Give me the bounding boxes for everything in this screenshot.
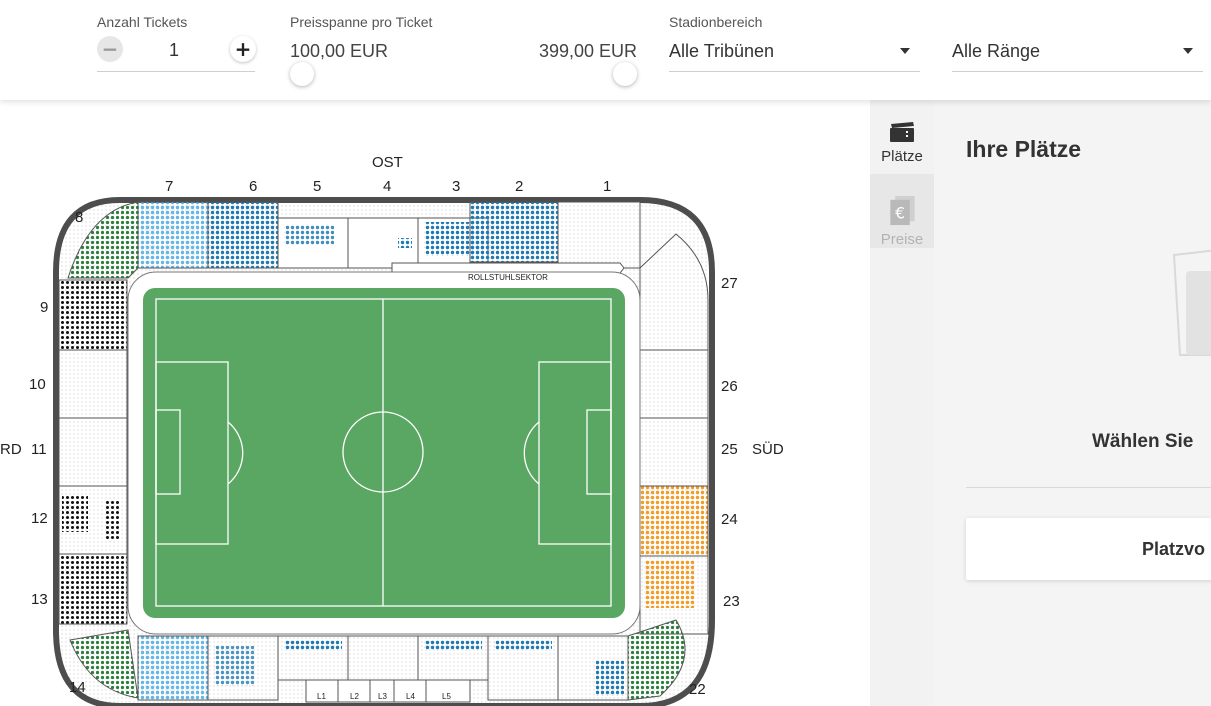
block-12-availability-2 [106, 500, 120, 540]
block-9[interactable] [58, 279, 128, 351]
block-number-14: 14 [69, 679, 86, 696]
block-number-23: 23 [723, 593, 740, 610]
block-number-12: 12 [31, 510, 48, 527]
block-number-6: 6 [249, 178, 258, 195]
block-10[interactable] [58, 349, 128, 419]
block-number-27: 27 [721, 275, 738, 292]
block-13[interactable] [58, 553, 128, 625]
block-lower-a-availability [214, 646, 254, 686]
block-number-13: 13 [31, 591, 48, 608]
stand-label-north: RD [0, 441, 22, 458]
block-7[interactable] [137, 201, 209, 269]
stadium-area-label: Stadionbereich [669, 14, 763, 30]
box-label-l4: L4 [406, 692, 415, 701]
wheelchair-label: ROLLSTUHLSEKTOR [468, 273, 548, 282]
box-label-l2: L2 [350, 692, 359, 701]
tab-plaetze[interactable]: Plätze [870, 100, 934, 174]
panel-divider [966, 487, 1211, 488]
chevron-down-icon [900, 48, 910, 54]
block-1[interactable] [557, 201, 641, 269]
plus-icon[interactable]: + [230, 36, 256, 62]
block-number-5: 5 [313, 178, 322, 195]
box-label-l1: L1 [317, 692, 326, 701]
panel-title: Ihre Plätze [966, 136, 1082, 162]
price-range-label: Preisspanne pro Ticket [290, 14, 433, 30]
block-24[interactable] [639, 485, 709, 557]
block-number-24: 24 [721, 511, 738, 528]
selected-seats-panel: Ihre Plätze Wählen Sie Platzvo [934, 100, 1211, 706]
north-stand-blocks [58, 279, 128, 625]
block-lower-d-availability [424, 640, 482, 650]
block-14b[interactable] [137, 635, 209, 701]
stand-label-south: SÜD [752, 441, 784, 458]
seat-suggestion-button-label: Platzvo [1142, 539, 1206, 559]
stadium-area-select[interactable]: Alle Tribünen [669, 32, 920, 72]
filter-bar: Anzahl Tickets − 1 + Preisspanne pro Tic… [0, 0, 1211, 100]
block-number-3: 3 [452, 178, 461, 195]
stadium-svg [53, 197, 715, 706]
stadium-area-value: Alle Tribünen [669, 41, 775, 61]
price-max-slider-thumb[interactable] [613, 62, 637, 86]
tickets-label: Anzahl Tickets [97, 14, 188, 30]
block-lower-f-availability [596, 660, 624, 696]
block-lower-e-availability [494, 640, 552, 650]
seat-suggestion-button[interactable]: Platzvo [966, 518, 1211, 580]
side-tabs: Plätze € Preise [870, 100, 934, 706]
ticket-stepper: − 1 + [97, 34, 256, 72]
pitch [143, 288, 625, 618]
block-5-availability [284, 225, 334, 245]
block-lower-b-availability [284, 640, 342, 650]
panel-hint: Wählen Sie [1092, 431, 1194, 452]
block-6[interactable] [207, 201, 279, 269]
block-number-4: 4 [383, 178, 392, 195]
rank-value: Alle Ränge [952, 41, 1041, 61]
tab-preise[interactable]: € Preise [870, 174, 934, 248]
euro-icon: € [890, 195, 915, 226]
rank-select[interactable]: Alle Ränge [952, 32, 1203, 72]
block-number-25: 25 [721, 441, 738, 458]
block-4-availability [398, 238, 412, 248]
block-number-10: 10 [29, 376, 46, 393]
minus-icon[interactable]: − [97, 36, 123, 62]
block-12-availability [62, 496, 88, 532]
box-label-l5: L5 [442, 692, 451, 701]
block-lower-c[interactable] [347, 635, 419, 681]
block-26[interactable] [639, 349, 709, 419]
block-number-8: 8 [75, 209, 84, 226]
stand-label-east: OST [372, 154, 403, 171]
empty-seats-illustration [1172, 249, 1211, 356]
price-min-value: 100,00 EUR [290, 41, 389, 61]
block-number-26: 26 [721, 378, 738, 395]
block-number-2: 2 [515, 178, 524, 195]
block-number-1: 1 [603, 178, 612, 195]
block-number-11: 11 [31, 441, 47, 458]
ticket-icon [890, 122, 914, 142]
stadium-map: OST SÜD RD ROLLSTUHLSEKTOR L1 L2 L3 L4 L… [0, 100, 870, 706]
block-number-22: 22 [689, 681, 706, 698]
block-25[interactable] [639, 417, 709, 487]
tab-plaetze-label: Plätze [881, 148, 923, 165]
block-number-9: 9 [40, 299, 49, 316]
box-label-l3: L3 [378, 692, 387, 701]
tab-preise-label: Preise [880, 231, 924, 248]
block-3-availability [424, 222, 484, 256]
block-11[interactable] [58, 417, 128, 487]
price-min-slider-thumb[interactable] [290, 62, 314, 86]
price-max-value: 399,00 EUR [539, 41, 638, 61]
block-23-availability [644, 560, 694, 608]
svg-text:€: € [895, 204, 905, 222]
ticket-count[interactable]: 1 [159, 40, 189, 61]
block-number-7: 7 [165, 178, 174, 195]
chevron-down-icon [1183, 48, 1193, 54]
